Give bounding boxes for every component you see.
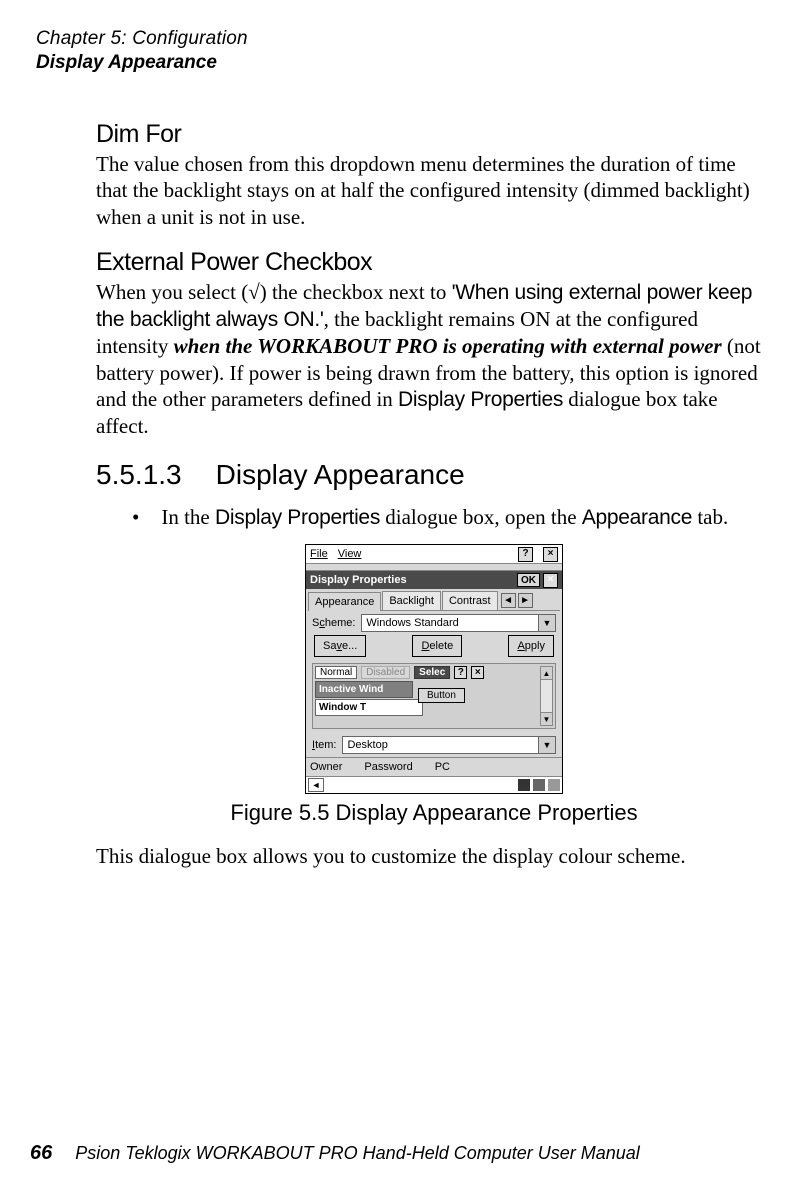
numbered-heading: 5.5.1.3 Display Appearance — [96, 459, 772, 491]
menu-file[interactable]: File — [310, 548, 328, 560]
tab-appearance[interactable]: Appearance — [308, 592, 381, 611]
chevron-down-icon[interactable]: ▼ — [538, 615, 555, 631]
bullet-dp: Display Properties — [215, 506, 380, 529]
screenshot-figure: File View ? × Display Properties OK × Ap… — [305, 544, 563, 794]
preview-close-icon[interactable]: × — [471, 666, 484, 679]
footer-text: Psion Teklogix WORKABOUT PRO Hand-Held C… — [75, 1143, 640, 1163]
titlebar-text: Display Properties — [310, 574, 514, 586]
item-select[interactable]: Desktop ▼ — [342, 736, 556, 754]
item-value: Desktop — [347, 739, 387, 751]
ok-button[interactable]: OK — [517, 573, 540, 587]
task-owner[interactable]: Owner — [310, 761, 342, 773]
heading-dim-for: Dim For — [96, 120, 772, 149]
extpower-dp: Display Properties — [398, 388, 563, 411]
bullet-pre: In the — [161, 505, 215, 529]
preview-disabled: Disabled — [361, 666, 410, 679]
tab-strip: Appearance Backlight Contrast ◄ ► — [308, 591, 560, 611]
apply-button[interactable]: Apply — [508, 635, 554, 657]
bullet-text: In the Display Properties dialogue box, … — [161, 505, 728, 530]
preview-pane: Normal Disabled Selec ? × Inactive Wind … — [312, 663, 556, 729]
scheme-select[interactable]: Windows Standard ▼ — [361, 614, 556, 632]
page-number: 66 — [30, 1142, 52, 1164]
delete-button[interactable]: Delete — [412, 635, 462, 657]
bullet-row: • In the Display Properties dialogue box… — [132, 505, 772, 530]
scheme-value: Windows Standard — [366, 617, 458, 629]
preview-help-icon[interactable]: ? — [454, 666, 467, 679]
preview-inactive-window: Inactive Wind — [315, 681, 413, 698]
heading-ext-power: External Power Checkbox — [96, 248, 772, 277]
close-icon[interactable]: × — [543, 547, 558, 562]
titlebar: Display Properties OK × — [306, 571, 562, 589]
footer: 66 Psion Teklogix WORKABOUT PRO Hand-Hel… — [30, 1142, 640, 1165]
menu-view[interactable]: View — [338, 548, 362, 560]
figure-caption: Figure 5.5 Display Appearance Properties — [96, 800, 772, 826]
statusbar-icon — [518, 779, 530, 791]
item-label: Item: — [312, 739, 336, 751]
preview-normal: Normal — [315, 666, 357, 679]
save-button[interactable]: Save... — [314, 635, 366, 657]
tab-backlight[interactable]: Backlight — [382, 591, 441, 610]
bullet-marker: • — [132, 505, 139, 530]
preview-scrollbar[interactable]: ▲ ▼ — [540, 666, 553, 726]
numbered-title: Display Appearance — [216, 459, 465, 491]
taskbar: Owner Password PC — [306, 757, 562, 776]
task-password[interactable]: Password — [364, 761, 412, 773]
closing-text: This dialogue box allows you to customiz… — [96, 844, 772, 869]
bullet-ap: Appearance — [582, 506, 692, 529]
tab-contrast[interactable]: Contrast — [442, 591, 498, 610]
scroll-up-icon[interactable]: ▲ — [541, 667, 552, 680]
tab-scroll-left-icon[interactable]: ◄ — [501, 593, 516, 608]
extpower-emph: when the WORKABOUT PRO is operating with… — [174, 334, 722, 358]
numbered-num: 5.5.1.3 — [96, 459, 182, 491]
scroll-down-icon[interactable]: ▼ — [541, 712, 552, 725]
bullet-post: tab. — [692, 505, 728, 529]
chapter-line: Chapter 5: Configuration — [36, 28, 772, 50]
statusbar-icon — [533, 779, 545, 791]
scheme-label: Scheme: — [312, 617, 355, 629]
dialog-close-icon[interactable]: × — [543, 573, 558, 588]
item-chevron-down-icon[interactable]: ▼ — [538, 737, 555, 753]
task-pc[interactable]: PC — [435, 761, 450, 773]
statusbar-icon — [548, 779, 560, 791]
body-dim-for: The value chosen from this dropdown menu… — [96, 151, 772, 230]
body-ext-power: When you select (√) the checkbox next to… — [96, 279, 772, 440]
menubar: File View ? × — [306, 545, 562, 564]
extpower-pre: When you select (√) the checkbox next to — [96, 280, 452, 304]
preview-selected: Selec — [414, 666, 450, 679]
section-line: Display Appearance — [36, 52, 772, 74]
bullet-mid: dialogue box, open the — [380, 505, 582, 529]
preview-window: Window T — [315, 699, 423, 716]
preview-button: Button — [418, 688, 465, 703]
help-icon[interactable]: ? — [518, 547, 533, 562]
statusbar: ◄ — [306, 776, 562, 793]
tab-scroll-right-icon[interactable]: ► — [518, 593, 533, 608]
statusbar-scroll-left-icon[interactable]: ◄ — [308, 778, 324, 792]
